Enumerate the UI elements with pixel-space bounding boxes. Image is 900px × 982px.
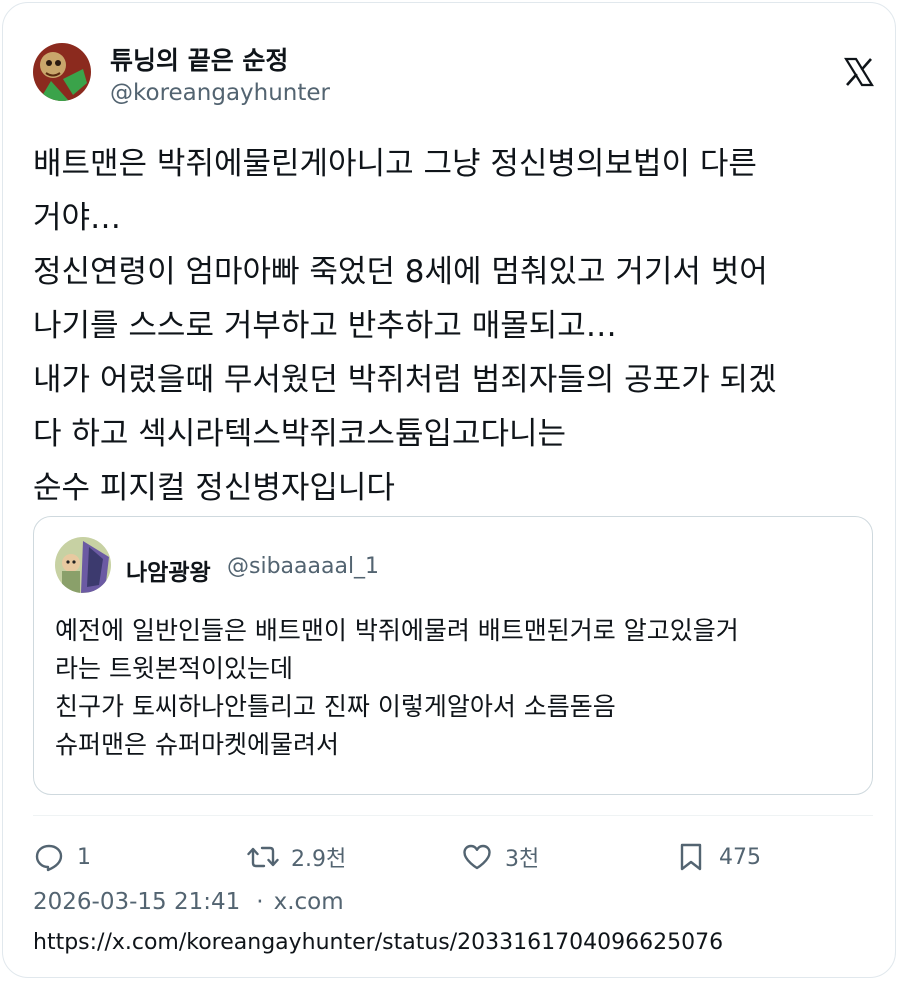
tweet-meta: 2026-03-15 21:41 · x.com: [33, 889, 344, 915]
author-avatar[interactable]: [33, 43, 91, 101]
tweet-line: 나기를 스스로 거부하고 반추하고 매몰되고…: [33, 308, 617, 344]
tweet-line: 거야…: [33, 200, 122, 236]
like-button[interactable]: 3천: [461, 837, 539, 877]
like-count: 3천: [505, 847, 540, 872]
tweet-text: 배트맨은 박쥐에물린게아니고 그냥 정신병의보법이 다른 거야… 정신연령이 엄…: [33, 137, 873, 515]
quoted-tweet[interactable]: 나암광왕 @sibaaaaal_1 예전에 일반인들은 배트맨이 박쥐에물려 배…: [33, 516, 873, 795]
author-name[interactable]: 튜닝의 끝은 순정: [110, 41, 288, 77]
quoted-author-handle[interactable]: @sibaaaaal_1: [227, 554, 379, 579]
reply-button[interactable]: 1: [33, 837, 91, 877]
source-link[interactable]: x.com: [274, 889, 344, 915]
tweet-line: 다 하고 섹시라텍스박쥐코스튬입고다니는: [33, 416, 567, 452]
divider: [33, 815, 873, 816]
quoted-tweet-text: 예전에 일반인들은 배트맨이 박쥐에물려 배트맨된거로 알고있을거 라는 트윗본…: [55, 612, 855, 764]
quoted-line: 예전에 일반인들은 배트맨이 박쥐에물려 배트맨된거로 알고있을거: [55, 616, 739, 645]
quoted-author-name[interactable]: 나암광왕: [126, 553, 211, 587]
tweet-card: 튜닝의 끝은 순정 @koreangayhunter 배트맨은 박쥐에물린게아니…: [2, 2, 896, 978]
heart-icon: [463, 844, 491, 870]
retweet-icon: [247, 846, 279, 868]
tweet-line: 내가 어렸을때 무서웠던 박쥐처럼 범죄자들의 공포가 되겠: [33, 362, 777, 398]
reply-icon: [35, 844, 63, 872]
reply-count: 1: [77, 844, 91, 870]
quoted-line: 라는 트윗본적이있는데: [55, 654, 293, 683]
author-handle[interactable]: @koreangayhunter: [110, 80, 330, 106]
tweet-url[interactable]: https://x.com/koreangayhunter/status/203…: [33, 930, 723, 955]
x-logo-icon[interactable]: [844, 57, 874, 87]
retweet-button[interactable]: 2.9천: [247, 837, 346, 877]
tweet-line: 정신연령이 엄마아빠 죽었던 8세에 멈춰있고 거기서 벗어: [33, 254, 768, 290]
timestamp[interactable]: 2026-03-15 21:41: [33, 889, 240, 915]
quoted-line: 슈퍼맨은 슈퍼마켓에물려서: [55, 730, 339, 759]
quoted-author-avatar[interactable]: [55, 537, 111, 593]
bookmark-icon: [680, 843, 702, 871]
quoted-line: 친구가 토씨하나안틀리고 진짜 이렇게알아서 소름돋음: [55, 692, 616, 721]
bookmark-count: 475: [719, 844, 761, 870]
tweet-line: 배트맨은 박쥐에물린게아니고 그냥 정신병의보법이 다른: [33, 146, 757, 182]
bookmark-button[interactable]: 475: [675, 837, 761, 877]
meta-separator: ·: [256, 889, 264, 915]
retweet-count: 2.9천: [291, 847, 347, 872]
tweet-line: 순수 피지컬 정신병자입니다: [33, 470, 395, 506]
